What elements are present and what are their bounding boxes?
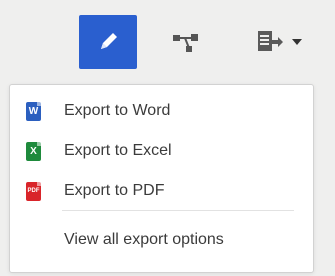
- caret-down-icon: [292, 39, 302, 45]
- network-button[interactable]: [158, 15, 214, 69]
- menu-item-label: Export to Excel: [64, 142, 172, 159]
- pdf-file-icon: PDF: [26, 181, 41, 201]
- export-document-icon: [258, 31, 283, 51]
- edit-button[interactable]: [79, 15, 137, 69]
- menu-item-label: Export to PDF: [64, 182, 165, 199]
- menu-divider: [62, 210, 294, 211]
- export-to-word-item[interactable]: W Export to Word: [10, 91, 313, 131]
- word-file-icon: W: [26, 101, 41, 121]
- export-to-pdf-item[interactable]: PDF Export to PDF: [10, 171, 313, 211]
- export-dropdown-button[interactable]: [236, 15, 322, 69]
- export-to-excel-item[interactable]: X Export to Excel: [10, 131, 313, 171]
- view-all-export-options-link[interactable]: View all export options: [64, 231, 224, 249]
- network-nodes-icon: [173, 34, 198, 52]
- toolbar: [0, 0, 335, 84]
- menu-item-label: Export to Word: [64, 102, 171, 119]
- pencil-icon: [101, 33, 117, 49]
- export-menu: W Export to Word X Export to Excel PDF E…: [9, 84, 314, 273]
- app-stage: W Export to Word X Export to Excel PDF E…: [0, 0, 335, 276]
- excel-file-icon: X: [26, 141, 41, 161]
